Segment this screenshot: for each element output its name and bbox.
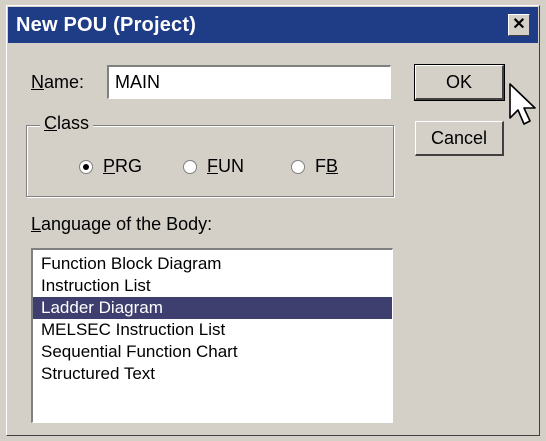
language-label-accel: L <box>31 214 42 234</box>
radio-fun-label: FUN <box>207 156 244 177</box>
radio-fun-rest: UN <box>218 156 244 176</box>
radio-prg-rest: RG <box>115 156 143 176</box>
close-button[interactable]: ✕ <box>508 14 530 36</box>
radio-fb-accel: B <box>326 156 339 176</box>
list-item[interactable]: Structured Text <box>33 363 392 385</box>
language-listbox[interactable]: Function Block Diagram Instruction List … <box>31 248 393 423</box>
language-label-rest: anguage of the Body: <box>41 214 213 234</box>
radio-fun[interactable]: FUN <box>183 156 244 177</box>
radio-fb[interactable]: FB <box>291 156 338 177</box>
radio-prg-label: PRG <box>103 156 142 177</box>
class-group-legend: Class <box>40 113 94 134</box>
close-icon: ✕ <box>512 16 526 33</box>
cancel-button[interactable]: Cancel <box>415 121 504 156</box>
window-title: New POU (Project) <box>16 13 197 36</box>
radio-prg-indicator[interactable] <box>79 159 93 174</box>
class-legend-rest: lass <box>57 113 90 133</box>
name-input[interactable] <box>107 65 391 99</box>
title-bar[interactable]: New POU (Project) ✕ <box>8 7 538 43</box>
radio-fb-pre: F <box>315 156 326 176</box>
class-legend-accel: C <box>44 113 57 133</box>
radio-prg-accel: P <box>103 156 116 176</box>
list-item[interactable]: Sequential Function Chart <box>33 341 392 363</box>
list-item[interactable]: Instruction List <box>33 275 392 297</box>
list-item[interactable]: MELSEC Instruction List <box>33 319 392 341</box>
radio-prg[interactable]: PRG <box>79 156 142 177</box>
list-item[interactable]: Function Block Diagram <box>33 253 392 275</box>
name-label: Name: <box>31 72 84 93</box>
language-label: Language of the Body: <box>31 214 212 235</box>
radio-fb-indicator[interactable] <box>291 159 305 174</box>
ok-button-label: OK <box>445 71 472 92</box>
radio-fb-label: FB <box>315 156 338 177</box>
list-item-selected[interactable]: Ladder Diagram <box>33 297 392 319</box>
radio-fun-indicator[interactable] <box>183 159 197 174</box>
radio-fun-accel: F <box>207 156 218 176</box>
arrow-cursor-icon <box>509 83 536 125</box>
name-label-accel: N <box>31 72 44 92</box>
name-label-rest: ame: <box>44 72 85 92</box>
cancel-button-label: Cancel <box>430 127 488 148</box>
ok-button[interactable]: OK <box>414 64 505 101</box>
